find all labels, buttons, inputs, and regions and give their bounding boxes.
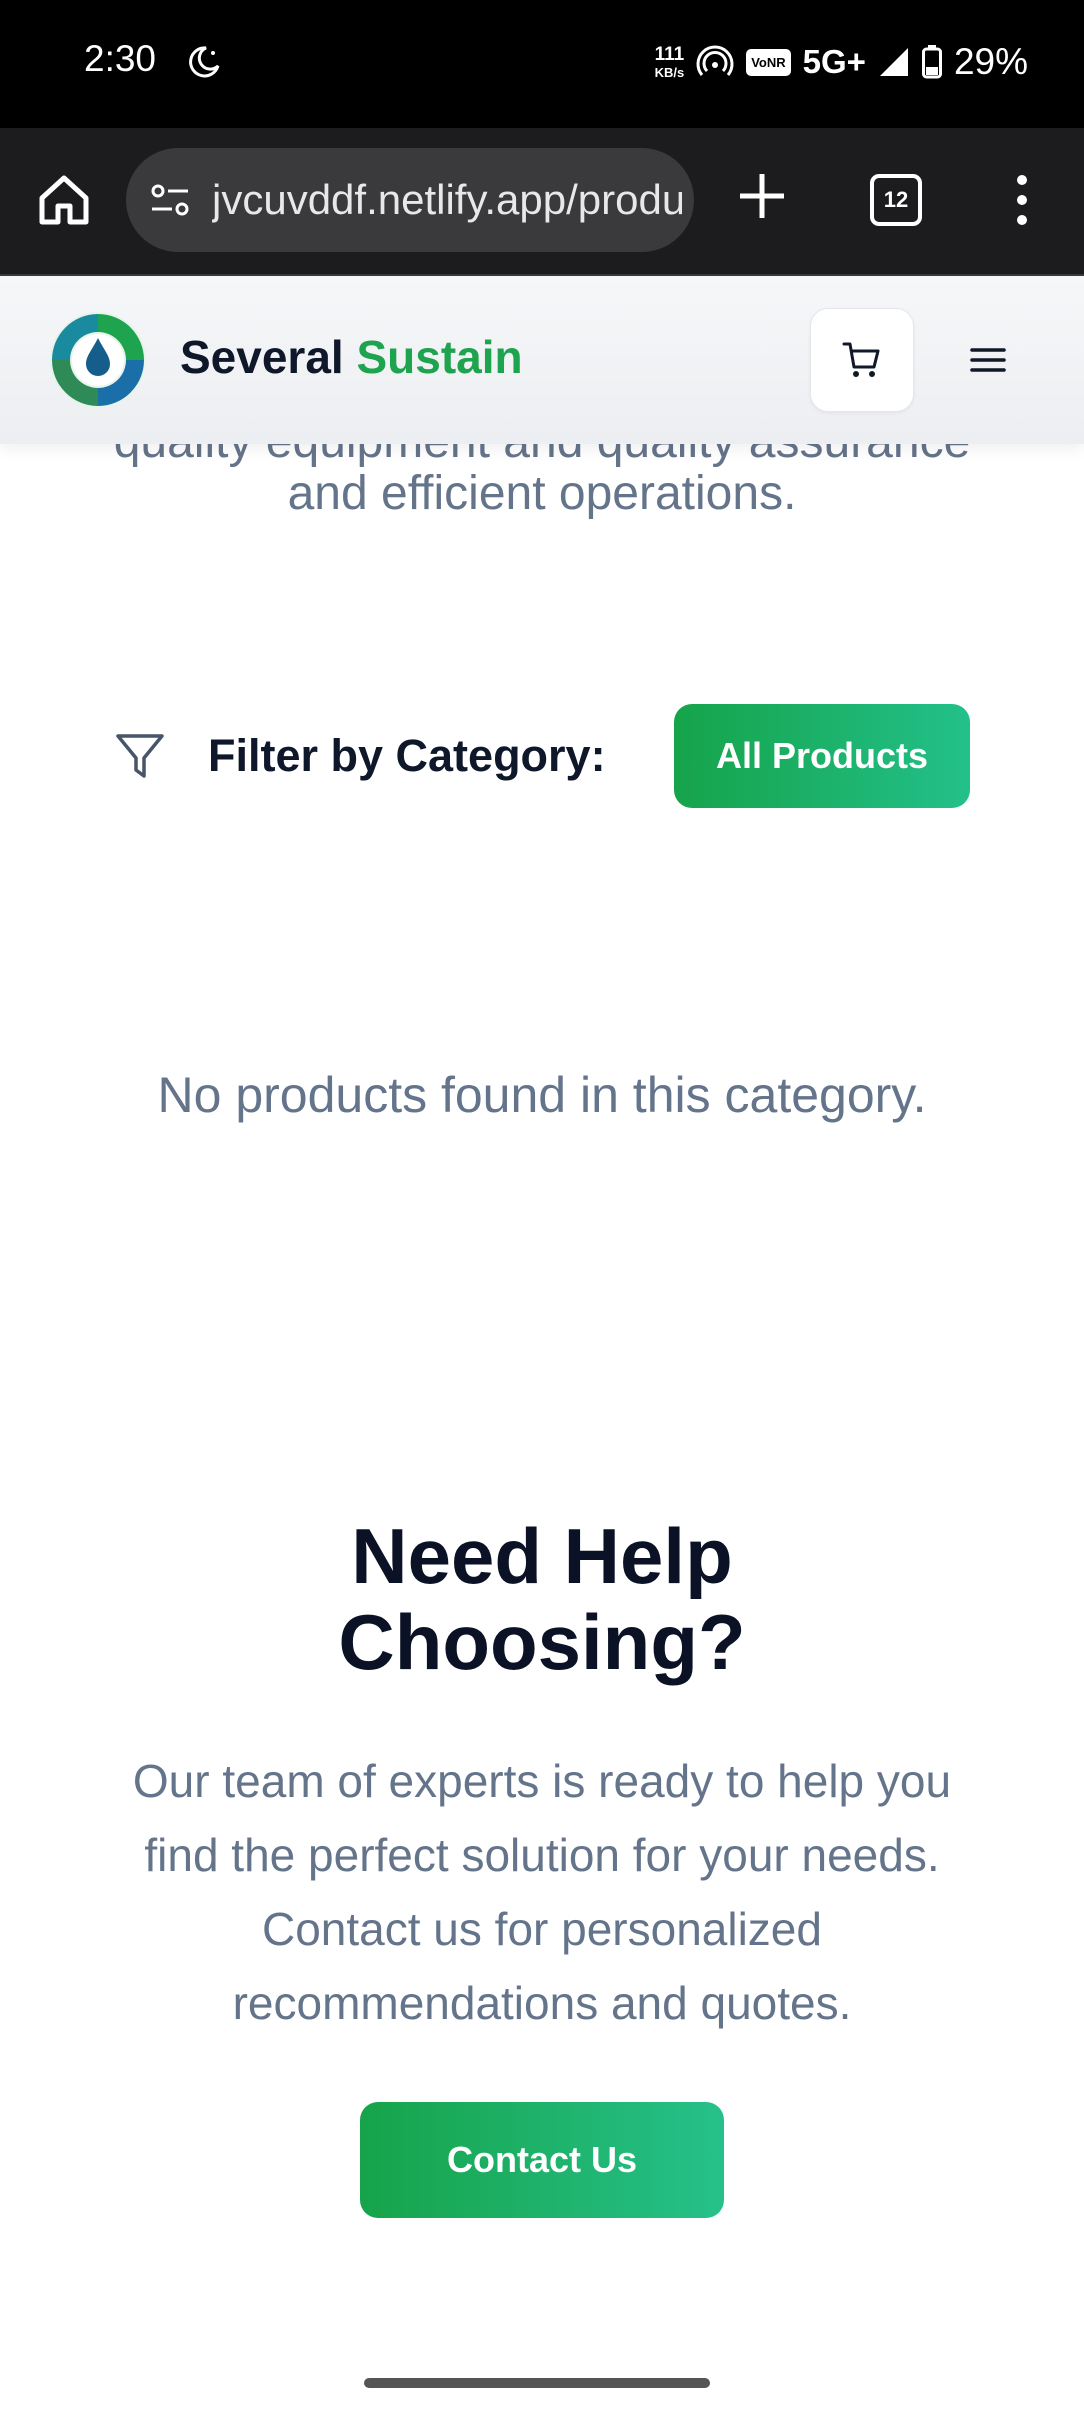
browser-toolbar: jvcuvddf.netlify.app/products 12 xyxy=(0,128,1084,276)
moon-icon xyxy=(189,46,220,78)
help-description: Our team of experts is ready to help you… xyxy=(132,1755,952,2029)
status-indicators: 111 KB/s VoNR 5G+ 29% xyxy=(655,32,1028,92)
battery-percent: 29% xyxy=(953,41,1028,82)
speed-unit: KB/s xyxy=(654,65,685,80)
logo-icon[interactable] xyxy=(46,308,150,412)
home-icon[interactable] xyxy=(34,170,94,230)
battery-icon xyxy=(921,45,942,79)
brand-name[interactable]: Several Sustain xyxy=(180,330,523,384)
cart-icon xyxy=(842,342,880,377)
signal-icon xyxy=(879,48,908,76)
tab-switcher-button[interactable]: 12 xyxy=(870,174,922,226)
contact-us-button[interactable]: Contact Us xyxy=(360,2102,724,2218)
cart-button[interactable] xyxy=(810,308,914,412)
help-heading: Need Help Choosing? xyxy=(0,1512,1084,1686)
status-bar: 2:30 111 KB/s VoNR 5G+ 29% xyxy=(0,0,1084,128)
intro-text: and efficient operations. xyxy=(287,467,797,520)
status-time: 2:30 xyxy=(84,38,157,79)
empty-state-message: No products found in this category. xyxy=(157,1067,927,1123)
filter-icon xyxy=(116,734,164,778)
category-filter: Filter by Category: All Products xyxy=(0,704,1084,808)
help-heading-line1: Need Help xyxy=(351,1512,733,1600)
more-vert-icon[interactable] xyxy=(1006,172,1038,228)
category-all-products-button[interactable]: All Products xyxy=(674,704,970,808)
url-text[interactable]: jvcuvddf.netlify.app/products xyxy=(212,176,682,224)
site-header: Several Sustain xyxy=(0,276,1084,444)
plus-icon[interactable] xyxy=(736,170,788,222)
filter-label: Filter by Category: xyxy=(208,730,606,781)
menu-icon[interactable] xyxy=(966,338,1010,382)
network-type: 5G+ xyxy=(802,43,866,80)
brand-first: Several xyxy=(180,331,344,383)
network-speed: 111 KB/s xyxy=(655,45,685,79)
brand-second: Sustain xyxy=(356,331,523,383)
help-heading-line2: Choosing? xyxy=(338,1597,746,1686)
gesture-navigation-bar[interactable] xyxy=(364,2378,710,2388)
site-info-icon[interactable] xyxy=(148,178,192,222)
vonr-badge: VoNR xyxy=(746,48,791,76)
address-bar[interactable]: jvcuvddf.netlify.app/products xyxy=(126,148,694,252)
speed-value: 111 xyxy=(654,44,685,65)
hotspot-icon xyxy=(696,45,734,76)
